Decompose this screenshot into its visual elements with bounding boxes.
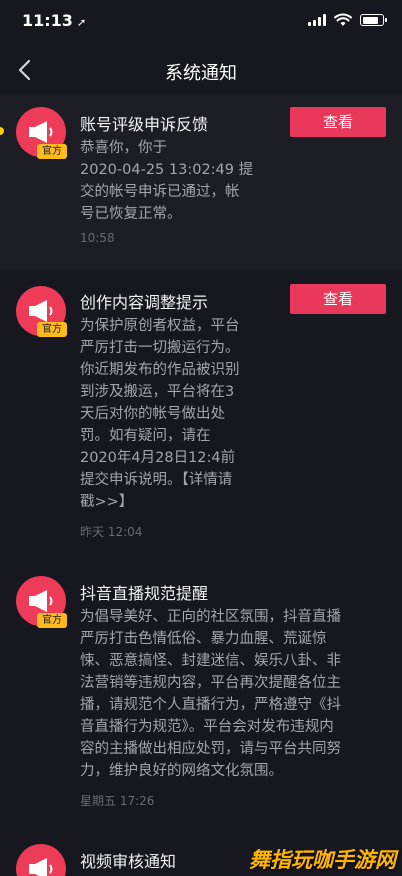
unread-dot — [0, 127, 4, 135]
megaphone-icon — [29, 300, 53, 322]
notification-title: 抖音直播规范提醒 — [80, 584, 209, 603]
megaphone-icon — [29, 590, 53, 612]
view-button[interactable]: 查看 — [290, 284, 386, 314]
notification-time: 昨天 12:04 — [80, 525, 143, 539]
battery-icon — [360, 14, 387, 26]
notification-body: 为倡导美好、正向的社区氛围，抖音直播 严厉打击色情低俗、暴力血腥、荒诞惊 悚、恶… — [80, 609, 341, 779]
status-time: 11:13 ➚ — [22, 11, 87, 30]
official-badge: 官方 — [37, 144, 67, 159]
official-avatar[interactable] — [16, 844, 66, 876]
cellular-signal-icon — [308, 14, 326, 26]
notification-card: 官方 创作内容调整提示 查看 为保护原创者权益，平台 严厉打击一切搬运行为。 你… — [0, 270, 402, 560]
status-bar: 11:13 ➚ — [0, 0, 402, 44]
watermark: 舞指玩咖手游网 — [249, 848, 396, 872]
notification-title: 创作内容调整提示 — [80, 293, 209, 312]
official-badge: 官方 — [37, 322, 67, 337]
notification-body: 恭喜你，你于 2020-04-25 13:02:49 提 交的帐号申诉已通过，帐… — [80, 140, 254, 222]
notification-body: 为保护原创者权益，平台 严厉打击一切搬运行为。 你近期发布的作品被识别 到涉及搬… — [80, 318, 240, 510]
notification-title: 账号评级申诉反馈 — [80, 115, 209, 134]
wifi-icon — [334, 13, 352, 26]
notification-card: 官方 账号评级申诉反馈 查看 恭喜你，你于 2020-04-25 13:02:4… — [0, 94, 402, 270]
official-badge: 官方 — [37, 613, 67, 628]
page-title: 系统通知 — [165, 63, 237, 84]
megaphone-icon — [29, 858, 53, 876]
notification-time: 星期五 17:26 — [80, 794, 155, 808]
view-button[interactable]: 查看 — [290, 107, 386, 137]
notification-title: 视频审核通知 — [80, 852, 177, 871]
location-icon: ➚ — [76, 16, 87, 29]
notification-time: 10:58 — [80, 231, 115, 245]
nav-bar: 系统通知 — [0, 48, 402, 92]
megaphone-icon — [29, 121, 53, 143]
notification-card: 官方 抖音直播规范提醒 为倡导美好、正向的社区氛围，抖音直播 严厉打击色情低俗、… — [0, 560, 402, 824]
